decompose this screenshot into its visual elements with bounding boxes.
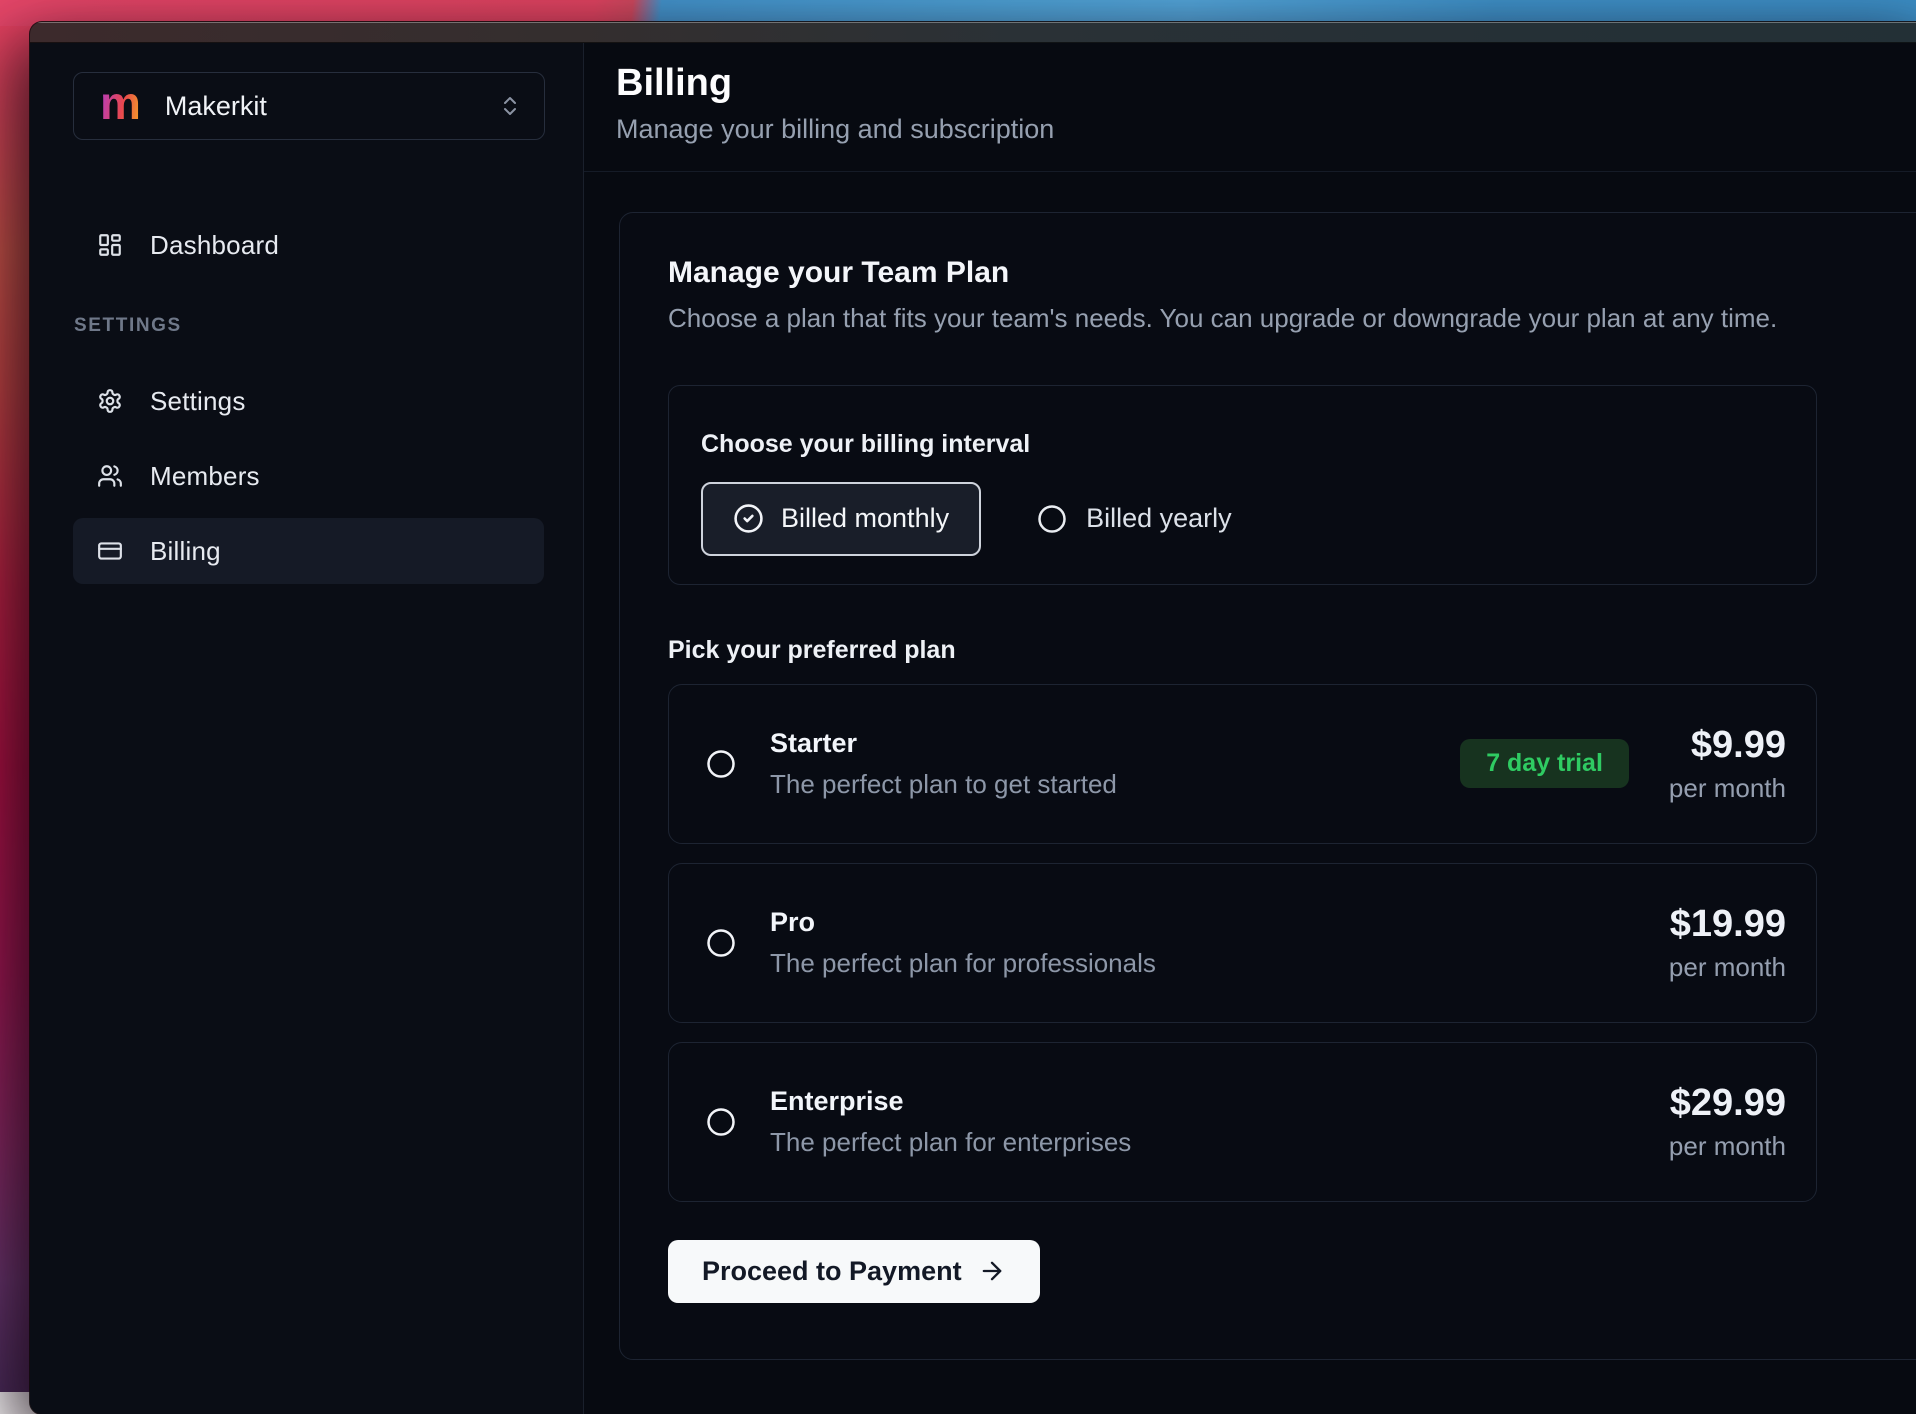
plan-name: Pro	[770, 907, 1156, 938]
trial-badge: 7 day trial	[1460, 739, 1629, 788]
sidebar: m Makerkit Dashboard SETTINGS	[30, 43, 584, 1414]
sidebar-item-settings[interactable]: Settings	[73, 368, 544, 434]
proceed-to-payment-button[interactable]: Proceed to Payment	[668, 1240, 1040, 1303]
sidebar-item-label: Settings	[150, 386, 246, 417]
plan-radio-starter[interactable]	[706, 749, 736, 779]
plan-right: $29.99 per month	[1669, 1082, 1786, 1162]
sidebar-section-label: SETTINGS	[74, 315, 544, 337]
page-subtitle: Manage your billing and subscription	[616, 114, 1916, 145]
users-icon	[97, 463, 123, 489]
app-root: m Makerkit Dashboard SETTINGS	[30, 43, 1916, 1414]
plan-period: per month	[1669, 952, 1786, 983]
plan-description: The perfect plan for professionals	[770, 948, 1156, 979]
interval-option-yearly[interactable]: Billed yearly	[1037, 503, 1232, 534]
plan-right: $19.99 per month	[1669, 903, 1786, 983]
main-panel: Billing Manage your billing and subscrip…	[584, 43, 1916, 1414]
arrow-right-icon	[978, 1257, 1006, 1285]
plan-text: Enterprise The perfect plan for enterpri…	[770, 1086, 1131, 1158]
plan-card-title: Manage your Team Plan	[668, 256, 1916, 290]
plan-radio-enterprise[interactable]	[706, 1107, 736, 1137]
plan-card: Manage your Team Plan Choose a plan that…	[619, 212, 1916, 1360]
plan-row-enterprise[interactable]: Enterprise The perfect plan for enterpri…	[668, 1042, 1817, 1202]
sidebar-item-label: Dashboard	[150, 230, 279, 261]
workspace-switcher[interactable]: m Makerkit	[73, 72, 545, 140]
interval-option-monthly-label: Billed monthly	[781, 503, 949, 534]
price-block: $29.99 per month	[1669, 1082, 1786, 1162]
plan-price: $9.99	[1669, 724, 1786, 767]
sidebar-item-label: Billing	[150, 536, 221, 567]
circle-icon	[1037, 504, 1067, 534]
sidebar-item-billing[interactable]: Billing	[73, 518, 544, 584]
proceed-to-payment-label: Proceed to Payment	[702, 1256, 962, 1287]
plan-card-subtitle: Choose a plan that fits your team's need…	[668, 303, 1916, 334]
plan-radio-pro[interactable]	[706, 928, 736, 958]
gear-icon	[97, 388, 123, 414]
sidebar-item-members[interactable]: Members	[73, 443, 544, 509]
page-header: Billing Manage your billing and subscrip…	[584, 43, 1916, 172]
layout-dashboard-icon	[97, 232, 123, 258]
workspace-name: Makerkit	[165, 91, 267, 122]
billing-interval-label: Choose your billing interval	[701, 430, 1784, 459]
plan-price: $29.99	[1669, 1082, 1786, 1125]
page-content: Manage your Team Plan Choose a plan that…	[584, 172, 1916, 1360]
page-title: Billing	[616, 63, 1916, 105]
makerkit-logo: m	[100, 80, 141, 126]
price-block: $9.99 per month	[1669, 724, 1786, 804]
plan-row-starter[interactable]: Starter The perfect plan to get started …	[668, 684, 1817, 844]
plan-row-pro[interactable]: Pro The perfect plan for professionals $…	[668, 863, 1817, 1023]
credit-card-icon	[97, 538, 123, 564]
interval-option-yearly-label: Billed yearly	[1086, 503, 1232, 534]
plan-description: The perfect plan to get started	[770, 769, 1117, 800]
plan-price: $19.99	[1669, 903, 1786, 946]
chevrons-up-down-icon	[498, 94, 522, 118]
plan-text: Starter The perfect plan to get started	[770, 728, 1117, 800]
plan-text: Pro The perfect plan for professionals	[770, 907, 1156, 979]
interval-option-monthly[interactable]: Billed monthly	[701, 482, 981, 556]
sidebar-item-label: Members	[150, 461, 260, 492]
plan-name: Enterprise	[770, 1086, 1131, 1117]
plan-description: The perfect plan for enterprises	[770, 1127, 1131, 1158]
plans-label: Pick your preferred plan	[668, 636, 1916, 665]
circle-check-icon	[733, 503, 764, 534]
price-block: $19.99 per month	[1669, 903, 1786, 983]
window-top-edge	[30, 22, 1916, 43]
plan-right: 7 day trial $9.99 per month	[1460, 724, 1786, 804]
sidebar-item-dashboard[interactable]: Dashboard	[73, 212, 544, 278]
plan-name: Starter	[770, 728, 1117, 759]
app-window: m Makerkit Dashboard SETTINGS	[30, 22, 1916, 1414]
plan-period: per month	[1669, 773, 1786, 804]
billing-interval-box: Choose your billing interval Billed mont…	[668, 385, 1817, 585]
billing-interval-options: Billed monthly Billed yearly	[701, 482, 1784, 556]
sidebar-nav: Dashboard SETTINGS Settings Members	[73, 212, 544, 584]
plan-period: per month	[1669, 1131, 1786, 1162]
